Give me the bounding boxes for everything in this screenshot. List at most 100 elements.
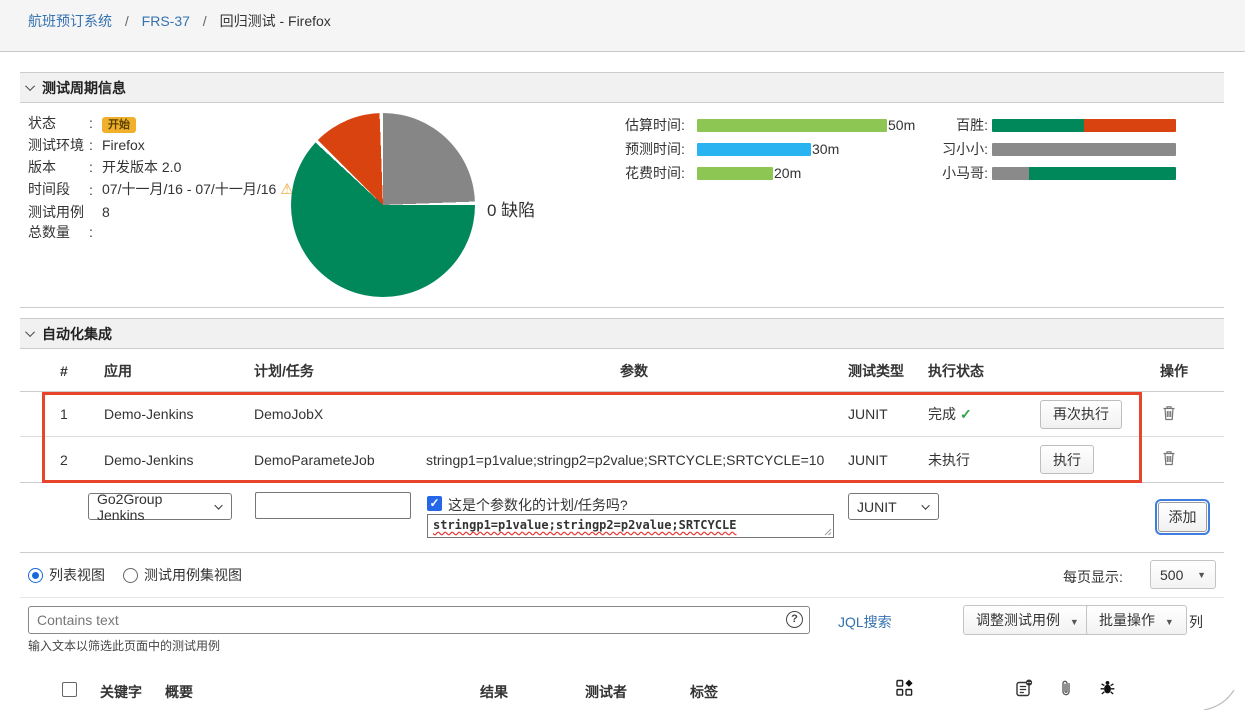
parameterized-checkbox-label: 这是个参数化的计划/任务吗? [448,495,628,515]
search-wrap: ? [28,606,810,634]
plan-name-input[interactable] [255,492,411,519]
field-value: 开发版本 2.0 [102,156,306,178]
chevron-down-icon [25,81,35,91]
field-label: 时间段 [28,178,84,201]
defect-pie-chart [291,113,475,297]
selected-option: JUNIT [857,499,897,515]
breadcrumb-separator: / [203,13,207,29]
trash-icon [1162,450,1176,466]
cell-status: 完成 [928,406,956,422]
col-header-job: 计划/任务 [254,361,426,381]
param-textarea[interactable]: stringp1=p1value;stringp2=p2value;SRTCYC… [427,514,834,538]
corner-curve-decoration [1200,690,1240,710]
time-bar-row: 花费时间: 20m [625,166,915,180]
time-bar-label: 估算时间: [625,115,697,135]
caret-down-icon: ▼ [1197,570,1206,580]
tester-bar-row: 小马哥: [938,166,1176,180]
col-header-tester: 测试者 [585,682,627,702]
caret-down-icon: ▼ [1165,617,1174,627]
select-all-checkbox[interactable] [62,682,77,697]
resize-grip-icon[interactable] [824,528,832,536]
automation-row: 1 Demo-Jenkins DemoJobX JUNIT 完成✓ 再次执行 [20,392,1224,437]
breadcrumb-project-link[interactable]: 航班预订系统 [28,13,112,29]
time-bar-label: 预测时间: [625,139,697,159]
add-button[interactable]: 添加 [1158,502,1207,532]
search-helper-text: 输入文本以筛选此页面中的测试用例 [28,637,220,654]
bulk-actions-dropdown-button[interactable]: 批量操作 ▼ [1086,605,1187,635]
field-label: 版本 [28,156,84,178]
field-value: 8 [102,201,306,243]
section-header-automation[interactable]: 自动化集成 [20,318,1224,349]
time-bar-row: 预测时间: 30m [625,142,915,156]
cell-num: 2 [20,452,104,468]
caret-down-icon: ▼ [1070,617,1079,627]
col-header-num: # [20,363,104,379]
cell-job: DemoParameteJob [254,452,426,468]
section-divider [20,552,1224,553]
columns-button[interactable]: 列 [1189,612,1203,632]
time-bar-fill [697,143,811,156]
list-view-radio[interactable] [28,568,43,583]
field-colon: : [84,112,102,134]
chevron-down-icon [921,501,929,509]
trash-icon [1162,405,1176,421]
breadcrumb-issue-link[interactable]: FRS-37 [142,13,190,29]
col-header-labels: 标签 [690,682,718,702]
field-label: 测试用例总数量 [28,201,84,243]
list-view-label: 列表视图 [49,567,105,583]
field-value: 07/十一月/16 - 07/十一月/16 [102,181,276,197]
tester-label: 习小小: [938,139,988,159]
status-badge: 开始 [102,117,136,133]
breadcrumb: 航班预订系统 / FRS-37 / 回归测试 - Firefox [0,0,1245,31]
rerun-button[interactable]: 再次执行 [1040,400,1122,429]
cell-app: Demo-Jenkins [104,452,254,468]
chevron-down-icon [25,327,35,337]
tester-bars: 百胜: 习小小: 小马哥: [938,118,1176,190]
time-bar-label: 花费时间: [625,163,697,183]
time-bar-fill [697,119,887,132]
bug-icon [1099,679,1116,696]
top-bar: 航班预订系统 / FRS-37 / 回归测试 - Firefox [0,0,1245,52]
tester-bar [992,119,1176,132]
delete-button[interactable] [1160,403,1178,426]
section-title: 自动化集成 [42,324,112,344]
delete-button[interactable] [1160,448,1178,471]
param-text: stringp1=p1value;stringp2=p2value;SRTCYC… [433,518,736,532]
cell-test-type: JUNIT [848,452,928,468]
view-toggle: 列表视图测试用例集视图 [28,565,260,585]
section-title: 测试周期信息 [42,78,126,98]
cell-num: 1 [20,406,104,422]
cell-test-type: JUNIT [848,406,928,422]
col-header-operations: 操作 [1148,361,1224,381]
help-icon[interactable]: ? [786,611,803,628]
field-colon: : [84,201,102,243]
breadcrumb-separator: / [125,13,129,29]
section-header-cycle-info[interactable]: 测试周期信息 [20,72,1224,103]
col-header-app: 应用 [104,361,254,381]
time-bar-value: 20m [774,165,801,181]
note-icon [1016,679,1033,697]
field-row-version: 版本 : 开发版本 2.0 [28,156,306,178]
bulk-actions-label: 批量操作 [1099,612,1155,628]
adjust-cases-label: 调整测试用例 [976,612,1060,628]
field-label: 测试环境 [28,134,84,156]
cycle-info-fields: 状态 : 开始 测试环境 : Firefox 版本 : 开发版本 2.0 时间段… [28,112,306,243]
check-icon: ✓ [960,406,972,422]
page-size-dropdown[interactable]: 500 ▼ [1150,560,1216,589]
test-type-select[interactable]: JUNIT [848,493,939,520]
search-input[interactable] [28,606,810,634]
case-table-header: 关键字 概要 结果 测试者 标签 [20,668,1224,710]
suite-view-radio[interactable] [123,568,138,583]
col-header-test-type: 测试类型 [848,361,928,381]
field-value: Firefox [102,134,306,156]
col-header-exec-status: 执行状态 [928,361,1040,381]
test-cycle-page: 航班预订系统 / FRS-37 / 回归测试 - Firefox 测试周期信息 … [0,0,1245,710]
jql-search-link[interactable]: JQL搜索 [838,612,892,632]
requirement-grid-icon [896,679,914,697]
tester-bar-row: 习小小: [938,142,1176,156]
adjust-cases-dropdown-button[interactable]: 调整测试用例 ▼ [963,605,1092,635]
field-label: 状态 [28,112,84,134]
jenkins-app-select[interactable]: Go2Group Jenkins [88,493,232,520]
parameterized-checkbox[interactable]: ✓ [427,496,442,511]
execute-button[interactable]: 执行 [1040,445,1094,474]
